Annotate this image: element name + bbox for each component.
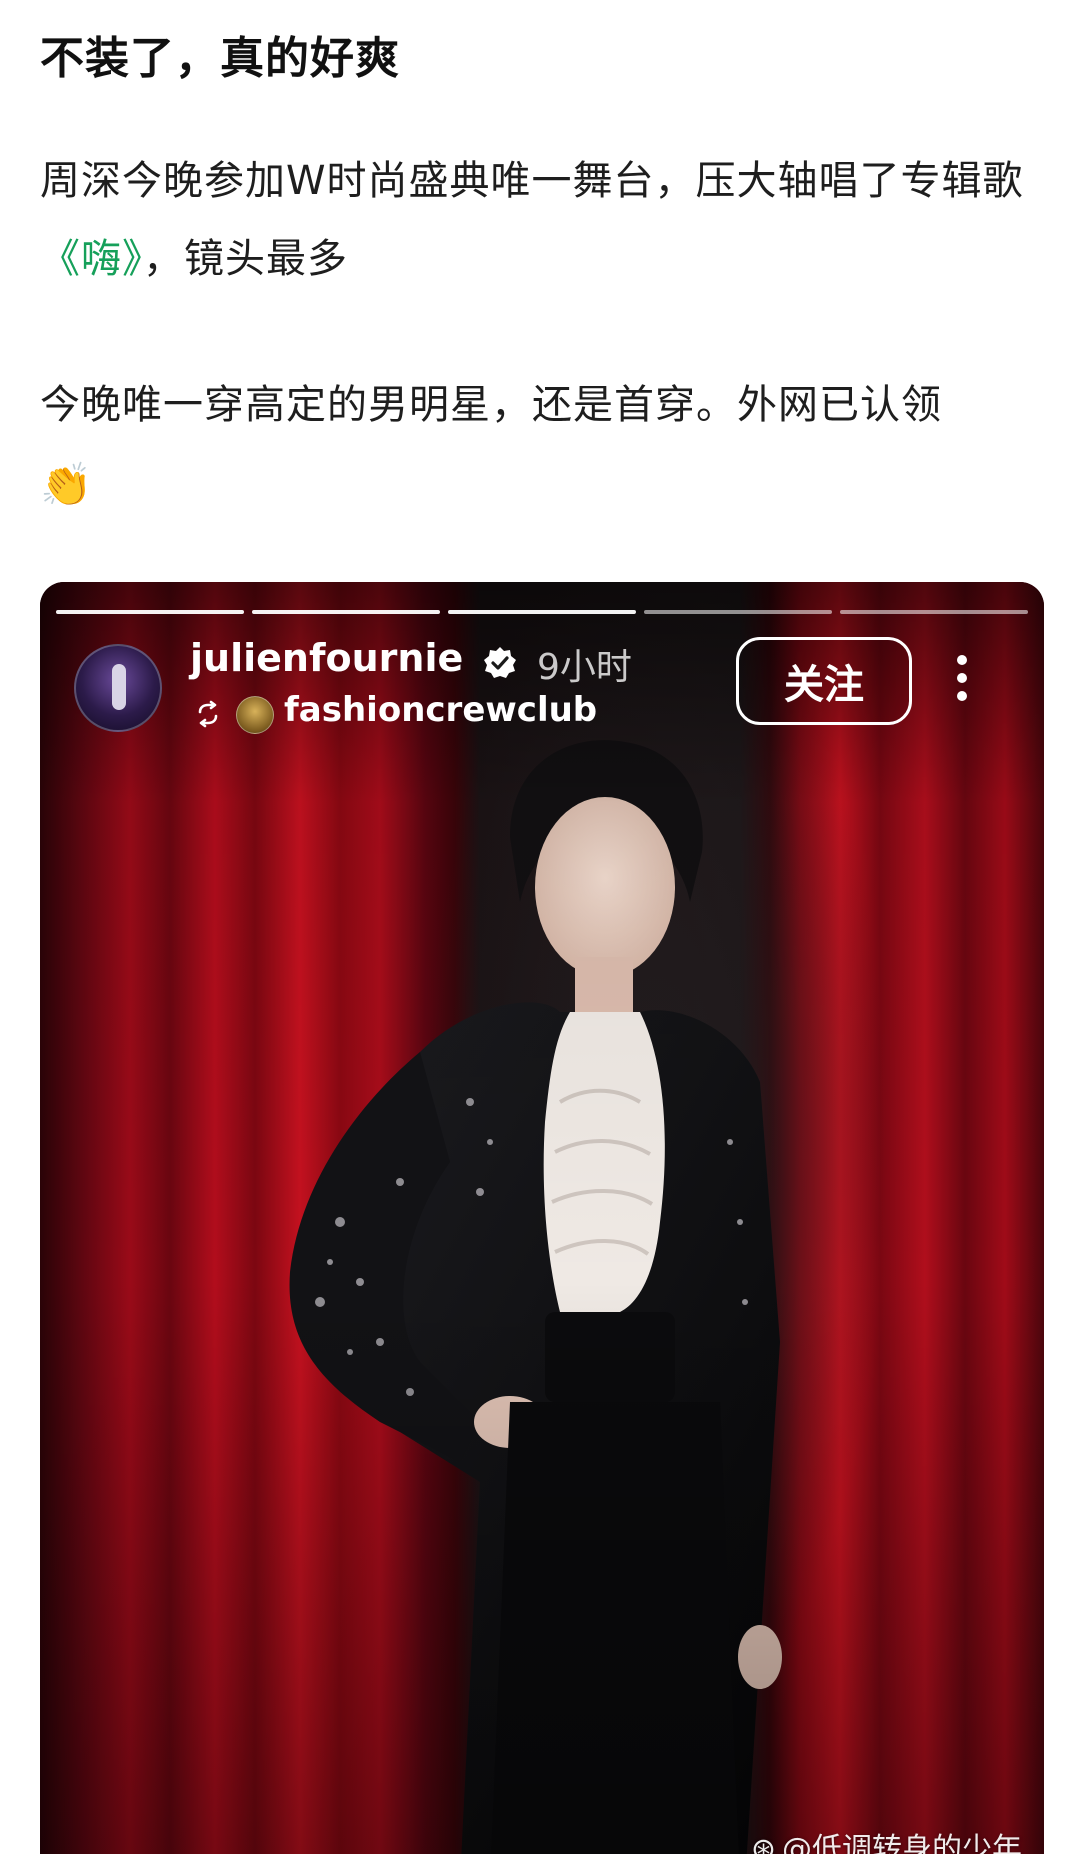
repost-icon	[198, 700, 218, 728]
reposted-account[interactable]: fashioncrewclub	[284, 690, 597, 730]
progress-segment	[448, 610, 636, 614]
song-link[interactable]: 《嗨》	[40, 236, 143, 282]
watermark: ⊛ @低调转身的少年	[751, 1824, 1022, 1854]
story-username[interactable]: julienfournie	[190, 636, 463, 680]
story-progress-bars	[56, 610, 1028, 614]
story-time: 9小时	[537, 647, 632, 688]
progress-segment	[56, 610, 244, 614]
post-paragraph: 周深今晚参加W时尚盛典唯一舞台，压大轴唱了专辑歌《嗨》，镜头最多	[40, 142, 1050, 298]
weibo-logo-icon: ⊛	[750, 1832, 776, 1854]
post-page: 不装了，真的好爽 周深今晚参加W时尚盛典唯一舞台，压大轴唱了专辑歌《嗨》，镜头最…	[0, 0, 1080, 1854]
avatar-figure	[112, 664, 126, 710]
post-body: 周深今晚参加W时尚盛典唯一舞台，压大轴唱了专辑歌《嗨》，镜头最多 今晚唯一穿高定…	[40, 142, 1050, 522]
vertical-ellipsis-icon[interactable]	[956, 654, 968, 702]
progress-segment	[840, 610, 1028, 614]
verified-badge-icon	[484, 647, 516, 678]
avatar[interactable]	[74, 644, 162, 732]
reposted-avatar[interactable]	[236, 696, 274, 734]
follow-button[interactable]: 关注	[736, 637, 912, 725]
paragraph-text: ，镜头最多	[143, 236, 348, 282]
paragraph-text: 今晚唯一穿高定的男明星，还是首穿。外网已认领	[40, 382, 942, 428]
watermark-text: @低调转身的少年	[782, 1832, 1022, 1854]
post-title: 不装了，真的好爽	[40, 33, 400, 84]
progress-segment	[644, 610, 832, 614]
post-paragraph: 今晚唯一穿高定的男明星，还是首穿。外网已认领 👏	[40, 366, 1050, 522]
clapping-hands-icon: 👏	[40, 460, 94, 509]
progress-segment	[252, 610, 440, 614]
top-shade	[40, 582, 1044, 1854]
paragraph-text: 周深今晚参加W时尚盛典唯一舞台，压大轴唱了专辑歌	[40, 158, 1024, 204]
story-screenshot: julienfournie 9小时 fashioncrewclub 关注 ⊛ @低…	[40, 582, 1044, 1854]
